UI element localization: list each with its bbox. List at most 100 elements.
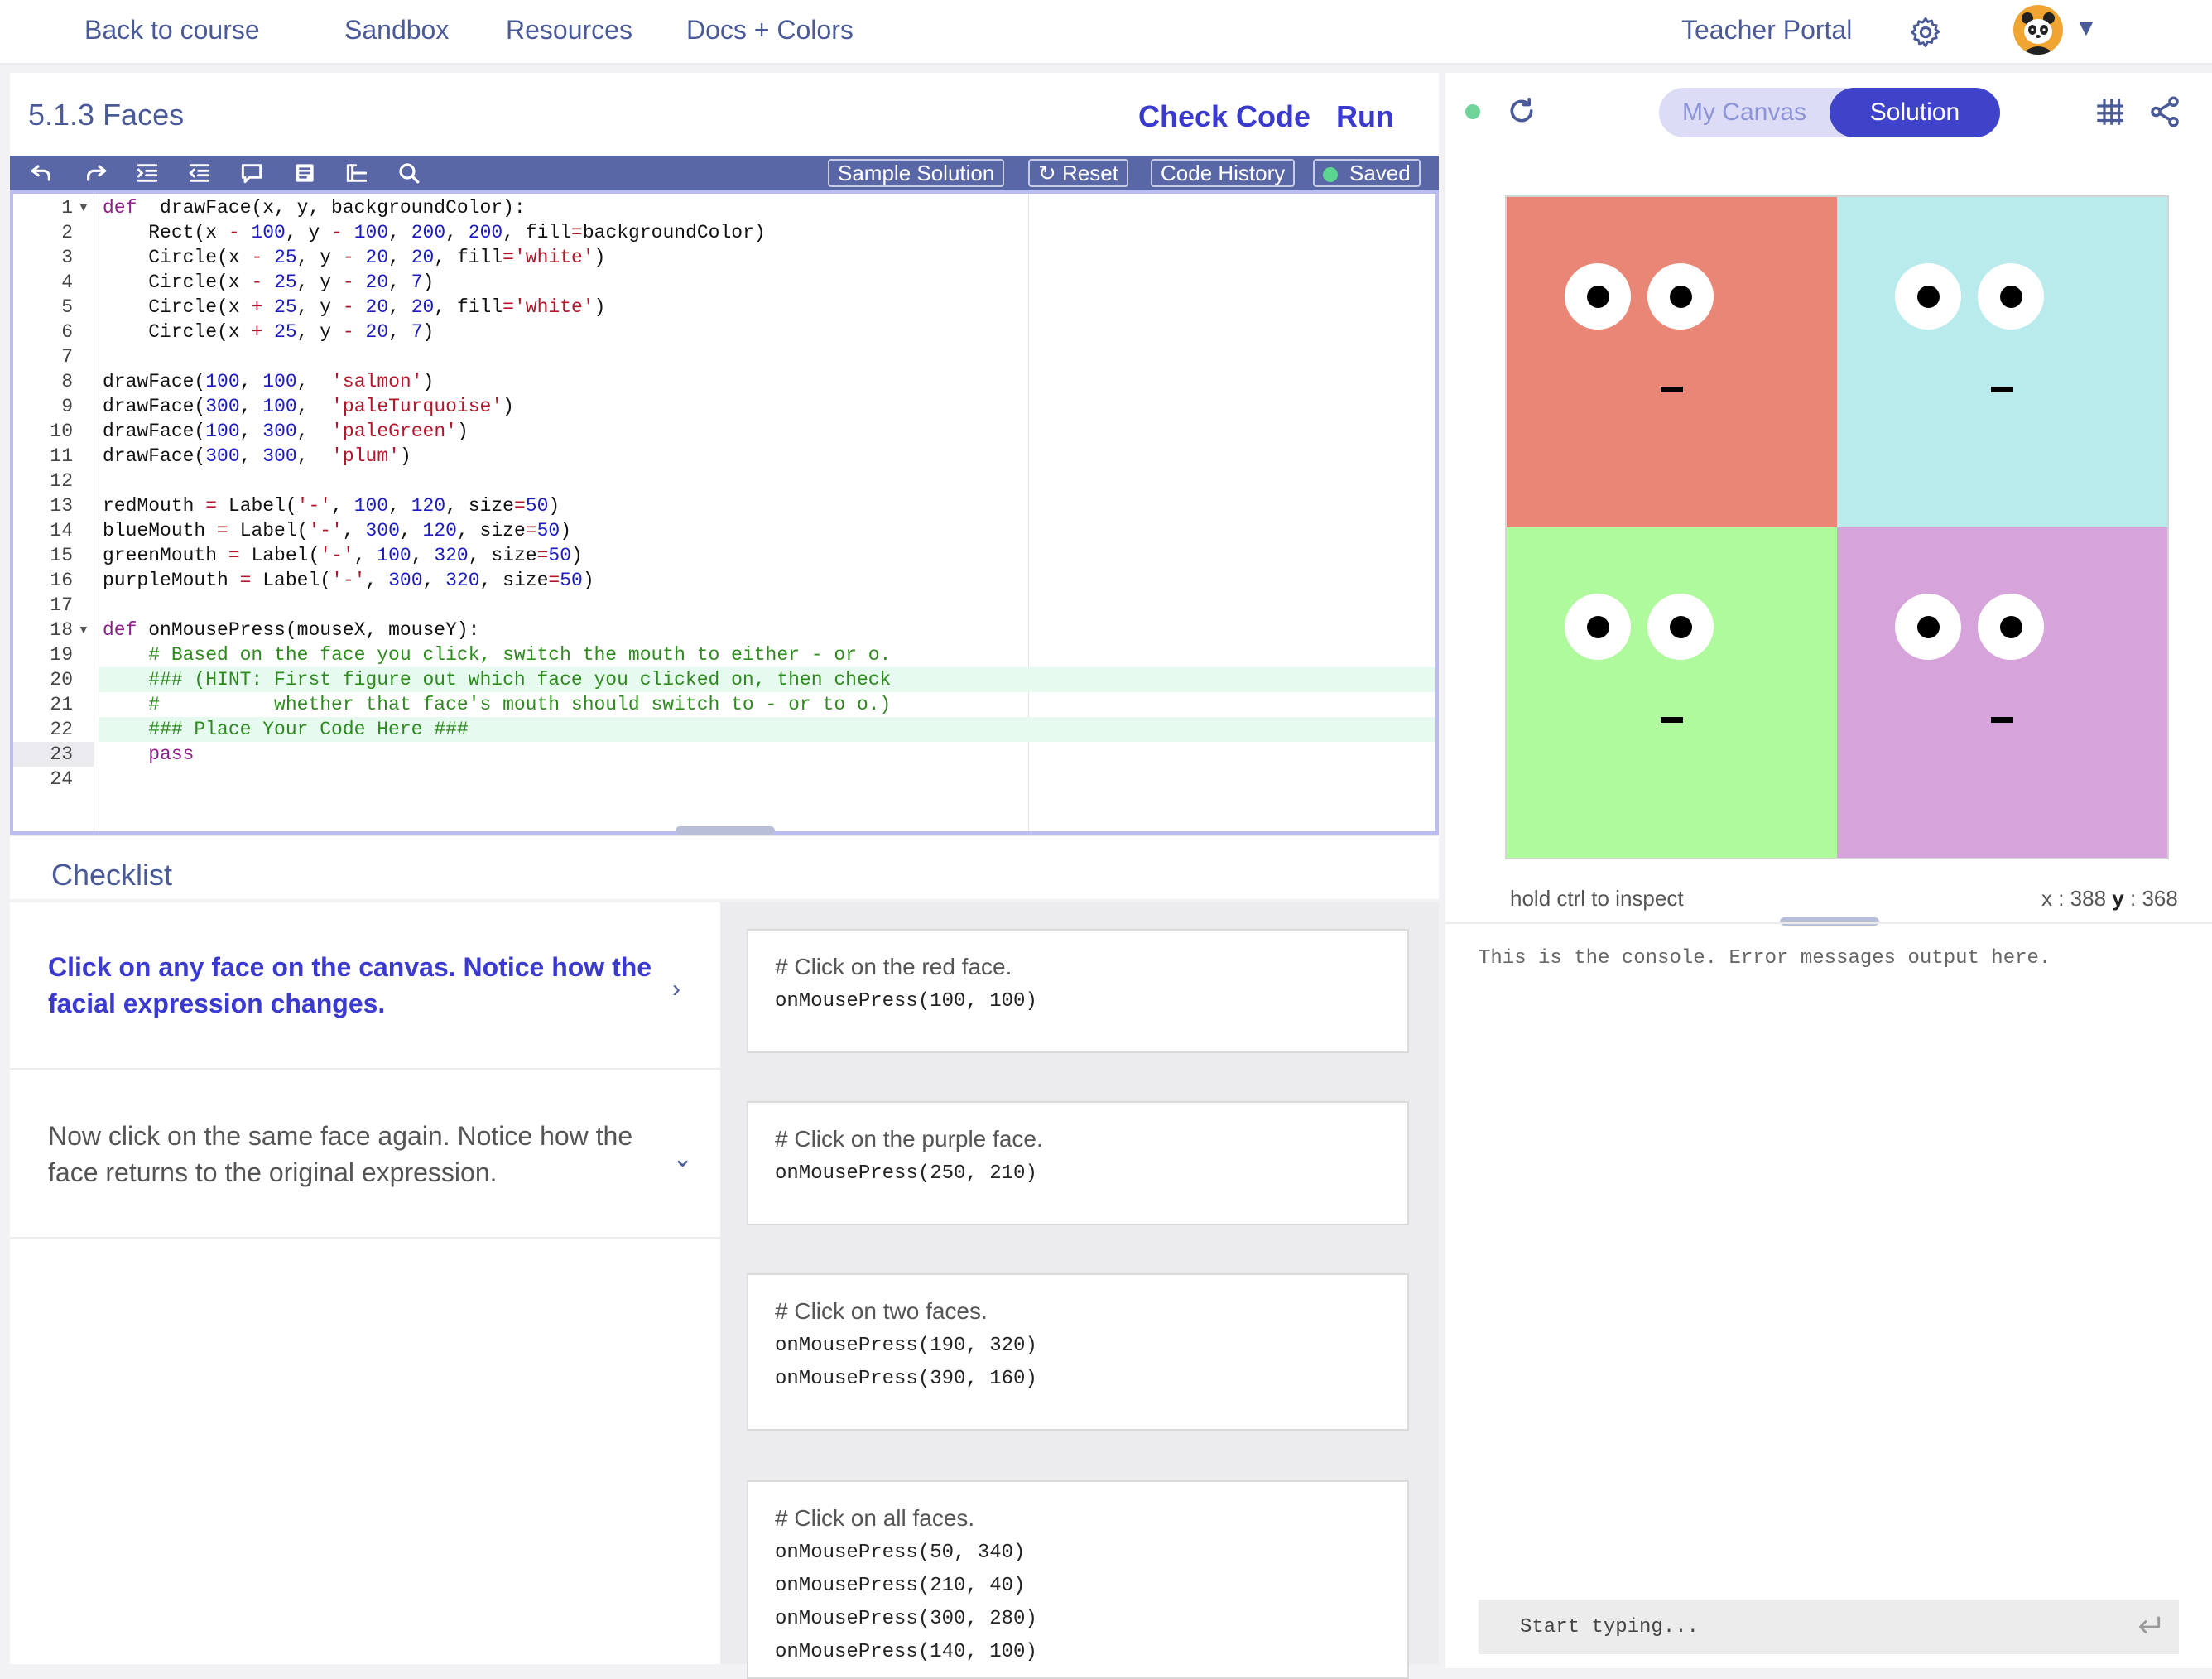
undo-icon[interactable] [28,160,55,186]
code-line[interactable]: drawFace(100, 100, 'salmon') [103,369,434,394]
canvas-panel: My Canvas Solution hold ctrl to inspect … [1445,73,2212,1668]
test-case-call: onMousePress(50, 340) [775,1542,1026,1564]
line-number: 24 [50,768,73,790]
line-number: 13 [50,495,73,517]
test-case-comment: # Click on the red face. [775,954,1012,979]
mouth [1991,387,2013,392]
checklist-header: Checklist [10,835,1439,899]
line-number: 5 [61,296,73,318]
code-line[interactable]: pass [103,742,194,767]
run-button[interactable]: Run [1336,99,1394,134]
drawing-canvas[interactable] [1505,195,2169,859]
code-line[interactable]: Circle(x + 25, y - 20, 7) [103,320,434,344]
redo-icon[interactable] [83,160,109,186]
eye [1565,594,1631,660]
line-number: 9 [61,396,73,417]
docs-colors-link[interactable]: Docs + Colors [686,15,854,46]
enter-icon[interactable] [2133,1611,2164,1643]
face-paleTurquoise[interactable] [1837,197,2167,527]
refresh-icon[interactable] [1505,94,1538,127]
outline-icon[interactable] [344,160,370,186]
account-dropdown-icon[interactable]: ▼ [2075,15,2098,41]
eye [1978,594,2044,660]
face-salmon[interactable] [1507,197,1837,527]
search-icon[interactable] [396,160,422,186]
eye [1647,594,1714,660]
pupil [1917,286,1940,308]
tab-solution[interactable]: Solution [1830,88,2000,137]
gear-icon[interactable] [1908,15,1943,50]
exercise-header: 5.1.3 Faces Check Code Run [10,73,1439,156]
checklist-task-1[interactable]: Click on any face on the canvas. Notice … [10,902,720,1070]
resources-link[interactable]: Resources [506,15,632,46]
code-line[interactable]: drawFace(300, 100, 'paleTurquoise') [103,394,514,419]
code-line[interactable]: blueMouth = Label('-', 300, 120, size=50… [103,518,571,543]
test-case-call: onMousePress(100, 100) [775,990,1037,1013]
share-icon[interactable] [2147,94,2182,129]
back-to-course-link[interactable]: Back to course [84,15,260,46]
test-case: # Click on the red face. onMousePress(10… [747,929,1409,1053]
test-case-comment: # Click on all faces. [775,1505,975,1531]
saved-label: Saved [1349,161,1411,185]
format-icon[interactable] [291,160,318,186]
checklist-tasks: Click on any face on the canvas. Notice … [10,902,720,1664]
code-line[interactable]: greenMouth = Label('-', 100, 320, size=5… [103,543,583,568]
saved-indicator-icon [1323,167,1338,182]
test-case-call: onMousePress(190, 320) [775,1335,1037,1357]
tab-my-canvas[interactable]: My Canvas [1659,88,1830,137]
code-editor[interactable]: 1 ▼ 2 3 4 5 6 7 8 9 10 11 12 13 14 15 16 17 18 ▼ 19 20 21 22 23 2… [10,190,1439,835]
check-code-button[interactable]: Check Code [1138,99,1310,134]
mouth [1991,717,2013,723]
code-line[interactable]: Circle(x + 25, y - 20, 20, fill='white') [103,295,605,320]
user-avatar[interactable] [2013,5,2063,55]
grid-icon[interactable] [2093,94,2128,129]
sandbox-link[interactable]: Sandbox [344,15,449,46]
test-cases-panel: # Click on the red face. onMousePress(10… [720,902,1439,1679]
code-line[interactable]: drawFace(100, 300, 'paleGreen') [103,419,469,444]
code-history-button[interactable]: Code History [1151,159,1296,187]
canvas-toggle: My Canvas Solution [1659,88,2000,137]
code-line[interactable]: # Based on the face you click, switch th… [103,642,891,667]
code-line[interactable]: # whether that face's mouth should switc… [103,692,891,717]
chevron-down-icon: ⌄ [672,1145,694,1172]
face-paleGreen[interactable] [1507,527,1837,858]
status-indicator-icon [1465,104,1480,119]
line-number-gutter: 1 ▼ 2 3 4 5 6 7 8 9 10 11 12 13 14 15 16 17 18 ▼ 19 20 21 22 23 2… [13,194,94,831]
fold-toggle-icon[interactable]: ▼ [78,200,89,214]
coordinate-readout: x : 388 y : 368 [2041,886,2178,911]
line-number: 19 [50,644,73,666]
code-line[interactable]: Circle(x - 25, y - 20, 20, fill='white') [103,245,605,270]
checklist-task-2[interactable]: Now click on the same face again. Notice… [10,1071,720,1239]
reset-icon: ↻ [1038,161,1056,185]
line-number: 3 [61,247,73,268]
fold-toggle-icon[interactable]: ▼ [78,623,89,636]
sample-solution-button[interactable]: Sample Solution [828,159,1005,187]
reset-button[interactable]: ↻ Reset [1028,159,1128,187]
line-number: 18 [50,619,73,641]
line-number: 14 [50,520,73,541]
console-resize-handle[interactable] [1780,917,1879,926]
code-line[interactable]: Rect(x - 100, y - 100, 200, 200, fill=ba… [103,220,765,245]
chevron-right-icon: › [672,975,680,1003]
code-line[interactable]: ### Place Your Code Here ### [103,717,468,742]
face-plum[interactable] [1837,527,2167,858]
editor-resize-handle[interactable] [676,826,775,835]
teacher-portal-link[interactable]: Teacher Portal [1681,15,1852,46]
code-line[interactable]: purpleMouth = Label('-', 300, 320, size=… [103,568,594,593]
code-line[interactable]: ### (HINT: First figure out which face y… [103,667,891,692]
console-input[interactable] [1479,1600,2124,1654]
code-line[interactable]: drawFace(300, 300, 'plum') [103,444,411,469]
line-number: 7 [61,346,73,368]
test-case-call: onMousePress(390, 160) [775,1368,1037,1390]
outdent-icon[interactable] [186,160,213,186]
test-case: # Click on the purple face. onMousePress… [747,1101,1409,1225]
line-number: 17 [50,594,73,616]
comment-icon[interactable] [238,160,265,186]
indent-icon[interactable] [134,160,161,186]
code-line[interactable]: redMouth = Label('-', 100, 120, size=50) [103,493,560,518]
panel-divider[interactable] [1439,73,1445,1668]
code-line[interactable]: Circle(x - 25, y - 20, 7) [103,270,434,295]
line-number: 12 [50,470,73,492]
code-line[interactable]: def drawFace(x, y, backgroundColor): [103,195,526,220]
code-line[interactable]: def onMousePress(mouseX, mouseY): [103,618,480,642]
